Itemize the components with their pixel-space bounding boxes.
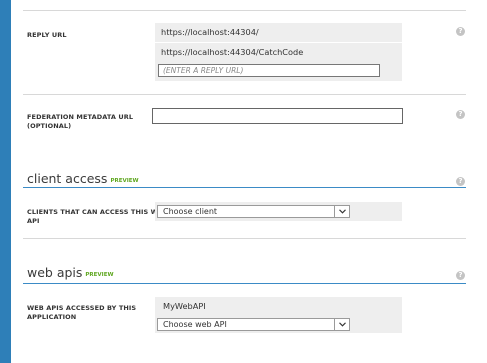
reply-url-row-1[interactable]: https://localhost:44304/ [155,23,402,42]
left-accent-strip [0,0,11,363]
choose-web-api-value: Choose web API [163,320,227,329]
reply-url-row-new: (ENTER A REPLY URL) [155,62,402,81]
federation-metadata-help-icon[interactable]: ? [456,110,465,119]
choose-client-dropdown[interactable]: Choose client [157,205,350,218]
web-apis-help-icon[interactable]: ? [456,271,465,280]
reply-url-label: REPLY URL [27,31,67,39]
federation-metadata-label-line2: (OPTIONAL) [27,122,72,130]
choose-web-api-dropdown[interactable]: Choose web API [157,318,350,331]
client-access-heading-text: client access [27,171,108,186]
client-access-preview-badge: PREVIEW [110,178,139,184]
federation-metadata-url-input[interactable] [152,108,403,124]
web-apis-underline [23,283,466,284]
clients-access-label-line1: CLIENTS THAT CAN ACCESS THIS WEB [27,208,168,216]
reply-url-help-icon[interactable]: ? [456,27,465,36]
client-access-help-icon[interactable]: ? [456,177,465,186]
web-apis-heading-text: web apis [27,265,83,280]
clients-access-label-line2: API [27,217,40,225]
reply-url-row-2[interactable]: https://localhost:44304/CatchCode [155,43,402,62]
reply-url-input[interactable]: (ENTER A REPLY URL) [158,64,380,77]
federation-metadata-label-line1: FEDERATION METADATA URL [27,113,134,121]
choose-client-value: Choose client [163,207,218,216]
client-access-underline [23,187,466,188]
top-divider [23,10,466,11]
web-apis-accessed-label-line2: APPLICATION [27,313,77,321]
web-apis-accessed-label: WEB APIS ACCESSED BY THIS APPLICATION [27,304,136,322]
reply-url-value-2: https://localhost:44304/CatchCode [161,47,304,57]
reply-url-value-1: https://localhost:44304/ [161,27,259,37]
divider-reply-url [23,94,466,95]
web-apis-accessed-label-line1: WEB APIS ACCESSED BY THIS [27,304,137,312]
clients-access-label: CLIENTS THAT CAN ACCESS THIS WEB API [27,208,168,226]
chevron-down-icon [334,206,349,217]
divider-client-access [23,238,466,239]
web-api-name: MyWebAPI [163,301,206,311]
federation-metadata-label: FEDERATION METADATA URL (OPTIONAL) [27,113,133,131]
web-apis-heading: web apis PREVIEW [27,265,114,283]
web-apis-preview-badge: PREVIEW [85,272,114,278]
chevron-down-icon [334,319,349,330]
